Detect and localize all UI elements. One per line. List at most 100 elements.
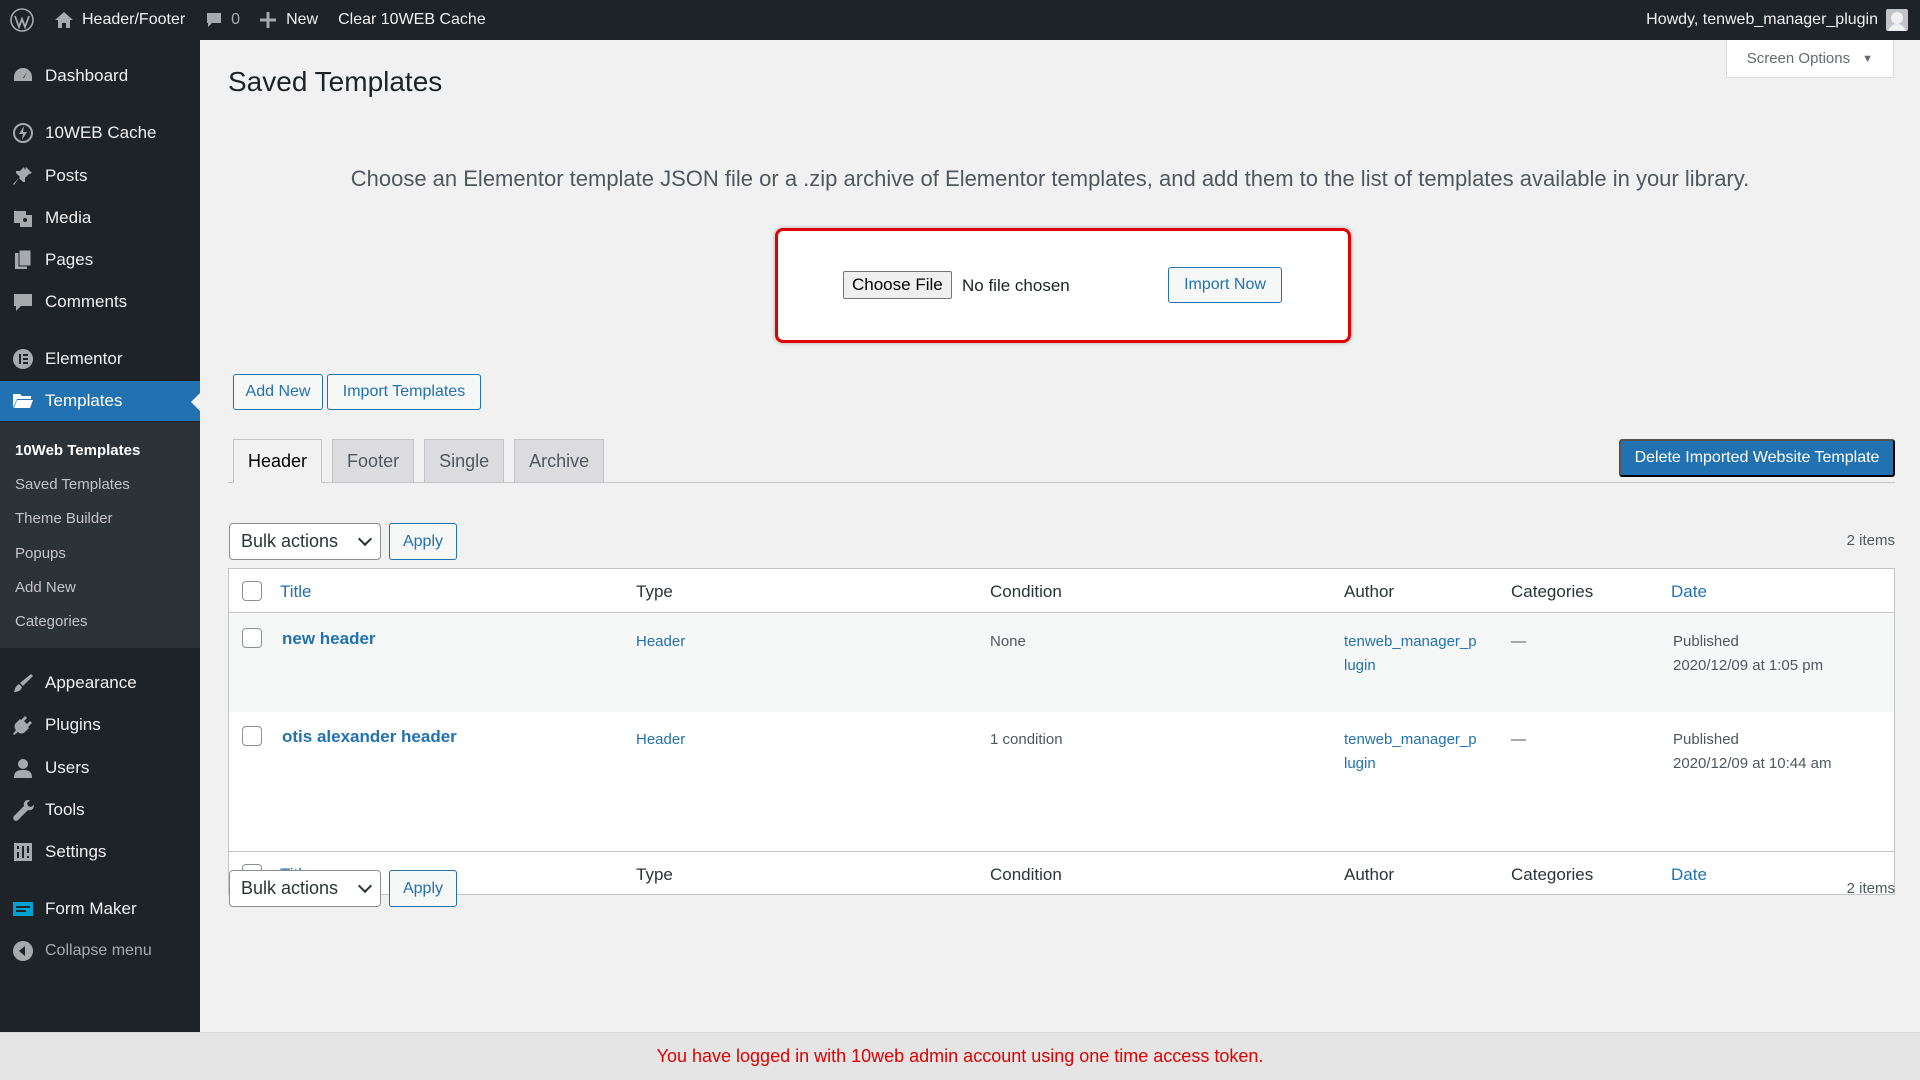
menu-tools[interactable]: Tools — [0, 790, 200, 830]
row-checkbox[interactable] — [242, 628, 262, 648]
comments-link[interactable]: 0 — [195, 0, 250, 40]
my-account-link[interactable]: Howdy, tenweb_manager_plugin — [1636, 0, 1920, 40]
menu-label: 10WEB Cache — [45, 123, 157, 142]
menu-label: Tools — [45, 800, 85, 819]
admin-bar: Header/Footer 0 New Clear 10WEB Cache Ho… — [0, 0, 1920, 40]
new-content-link[interactable]: New — [250, 0, 328, 40]
comment-bubble-icon — [205, 11, 223, 29]
choose-file-button[interactable]: Choose File — [843, 271, 952, 299]
comments-count: 0 — [231, 11, 241, 28]
row-status: Published — [1673, 633, 1739, 650]
cache-icon — [10, 120, 36, 146]
import-now-button[interactable]: Import Now — [1168, 267, 1282, 303]
menu-label: Form Maker — [45, 899, 137, 918]
tab-footer[interactable]: Footer — [332, 439, 415, 483]
items-count-bottom: 2 items — [1846, 880, 1895, 897]
submenu-10web-templates[interactable]: 10Web Templates — [15, 442, 140, 459]
submenu-popups[interactable]: Popups — [15, 545, 66, 562]
bulk-actions-select-top[interactable]: Bulk actions — [229, 523, 381, 560]
menu-label: Collapse menu — [45, 942, 152, 959]
menu-posts[interactable]: Posts — [0, 156, 200, 196]
menu-dashboard[interactable]: Dashboard — [0, 56, 200, 96]
table-row: new header Header None tenweb_manager_p … — [229, 614, 1894, 712]
author-line: lugin — [1344, 657, 1376, 674]
wordpress-logo-icon[interactable] — [0, 0, 44, 40]
howdy-label: Howdy, tenweb_manager_plugin — [1646, 11, 1878, 28]
bulk-actions-label: Bulk actions — [241, 878, 339, 898]
caret-down-icon: ▼ — [1862, 52, 1873, 65]
no-file-label: No file chosen — [962, 276, 1070, 295]
delete-imported-template-button[interactable]: Delete Imported Website Template — [1619, 439, 1895, 477]
menu-label: Templates — [45, 391, 123, 410]
bulk-actions-select-bottom[interactable]: Bulk actions — [229, 870, 381, 907]
screen-options-label: Screen Options — [1746, 50, 1851, 67]
tools-icon — [10, 797, 36, 823]
row-status: Published — [1673, 731, 1739, 748]
template-type-tabs: Header Footer Single Archive — [233, 439, 614, 483]
users-icon — [10, 755, 36, 781]
menu-users[interactable]: Users — [0, 748, 200, 788]
row-title-link[interactable]: otis alexander header — [282, 727, 457, 747]
submenu-add-new[interactable]: Add New — [15, 579, 76, 596]
submenu-saved-templates[interactable]: Saved Templates — [15, 476, 130, 493]
row-checkbox[interactable] — [242, 726, 262, 746]
row-title-link[interactable]: new header — [282, 629, 376, 649]
column-title[interactable]: Title — [280, 582, 312, 602]
screen-options-button[interactable]: Screen Options ▼ — [1725, 40, 1894, 78]
menu-label: Dashboard — [45, 66, 129, 85]
menu-comments[interactable]: Comments — [0, 282, 200, 322]
avatar — [1886, 9, 1908, 31]
apply-button-top[interactable]: Apply — [389, 523, 457, 560]
templates-table: Title Type Condition Author Categories D… — [228, 568, 1895, 895]
row-author-link[interactable]: tenweb_manager_p lugin — [1344, 728, 1477, 776]
table-footer: Title Type Condition Author Categories D… — [229, 851, 1894, 895]
submenu-categories[interactable]: Categories — [15, 613, 88, 630]
comments-icon — [10, 289, 36, 315]
column-date[interactable]: Date — [1671, 582, 1707, 602]
tab-archive[interactable]: Archive — [514, 439, 605, 483]
row-type-link[interactable]: Header — [636, 728, 685, 752]
menu-label: Appearance — [45, 673, 137, 692]
column-categories: Categories — [1511, 865, 1594, 884]
menu-settings[interactable]: Settings — [0, 832, 200, 872]
media-icon — [10, 205, 36, 231]
menu-label: Comments — [45, 292, 128, 311]
menu-collapse[interactable]: Collapse menu — [0, 931, 200, 971]
menu-templates[interactable]: Templates — [0, 381, 200, 421]
menu-10web-cache[interactable]: 10WEB Cache — [0, 113, 200, 153]
chevron-down-icon — [357, 531, 373, 547]
clear-cache-link[interactable]: Clear 10WEB Cache — [328, 0, 496, 40]
row-author-link[interactable]: tenweb_manager_p lugin — [1344, 630, 1477, 678]
plus-icon — [260, 12, 277, 28]
select-all-checkbox[interactable] — [242, 581, 262, 601]
row-condition: None — [990, 633, 1026, 650]
row-categories: — — [1511, 731, 1526, 748]
submenu-theme-builder[interactable]: Theme Builder — [15, 510, 113, 527]
author-line: lugin — [1344, 755, 1376, 772]
form-maker-icon — [10, 896, 36, 922]
import-form: Choose File No file chosen Import Now — [775, 228, 1351, 343]
tab-header[interactable]: Header — [233, 439, 323, 483]
menu-form-maker[interactable]: Form Maker — [0, 889, 200, 929]
import-templates-button[interactable]: Import Templates — [327, 374, 481, 410]
menu-label: Users — [45, 758, 90, 777]
menu-elementor[interactable]: Elementor — [0, 339, 200, 379]
main-content: Saved Templates Screen Options ▼ Choose … — [200, 40, 1920, 1032]
row-date-value: 2020/12/09 at 1:05 pm — [1673, 657, 1824, 674]
menu-media[interactable]: Media — [0, 198, 200, 238]
menu-appearance[interactable]: Appearance — [0, 663, 200, 703]
column-type: Type — [636, 865, 673, 884]
templates-submenu: 10Web Templates Saved Templates Theme Bu… — [0, 422, 200, 648]
menu-label: Posts — [45, 166, 88, 185]
tab-single[interactable]: Single — [424, 439, 505, 483]
menu-label: Pages — [45, 250, 94, 269]
add-new-button[interactable]: Add New — [233, 374, 323, 410]
site-name-link[interactable]: Header/Footer — [44, 0, 195, 40]
row-type-link[interactable]: Header — [636, 630, 685, 654]
menu-plugins[interactable]: Plugins — [0, 705, 200, 745]
column-author: Author — [1344, 865, 1395, 884]
apply-button-bottom[interactable]: Apply — [389, 870, 457, 907]
menu-pages[interactable]: Pages — [0, 240, 200, 280]
access-token-notice: You have logged in with 10web admin acco… — [0, 1032, 1920, 1080]
column-date[interactable]: Date — [1671, 865, 1707, 885]
